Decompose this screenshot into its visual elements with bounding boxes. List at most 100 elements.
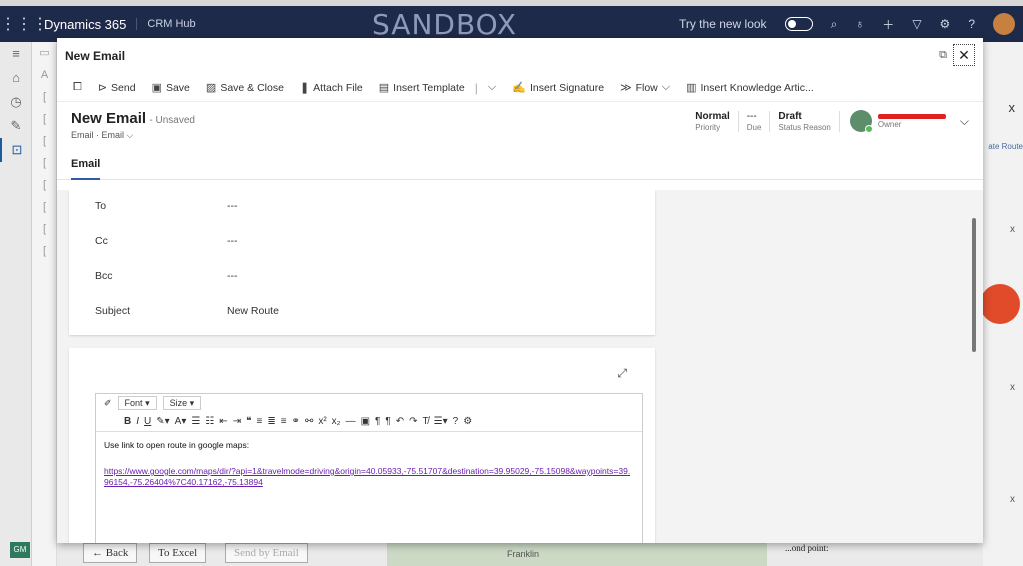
hamburger-icon[interactable]: ≡ (0, 42, 32, 66)
rtl-icon[interactable]: ¶ (385, 416, 390, 427)
tab-email[interactable]: Email (71, 152, 101, 180)
due-field[interactable]: --- Due (739, 110, 771, 132)
bcc-field[interactable]: --- (227, 270, 238, 282)
cc-field[interactable]: --- (227, 235, 238, 247)
brand-name[interactable]: Dynamics 365 (40, 17, 136, 32)
background-remove-icon[interactable]: x (1010, 382, 1015, 393)
editor-toolbar-row1: ✐ Font ▾ Size ▾ (96, 394, 642, 412)
decrease-indent-icon[interactable]: ⇤ (219, 416, 227, 427)
rich-text-editor[interactable]: ✐ Font ▾ Size ▾ B I U ✎▾ A▾ ☰ ☷ ⇤ ⇥ ❝ ≡ … (95, 393, 643, 543)
header-expand-chevron-icon[interactable]: ⌵ (952, 114, 969, 129)
clear-format-icon[interactable]: T̸ (423, 416, 429, 427)
dialog-scrollbar[interactable] (972, 218, 976, 352)
align-right-icon[interactable]: ≡ (281, 416, 287, 427)
list-icon: ▭ (39, 47, 50, 59)
list-mark: [ (42, 113, 47, 125)
chat-fab-button[interactable] (980, 284, 1020, 324)
numbered-list-icon[interactable]: ☷ (205, 416, 214, 427)
background-remove-icon[interactable]: x (1010, 224, 1015, 235)
list-mark: [ (42, 91, 47, 103)
increase-indent-icon[interactable]: ⇥ (233, 416, 241, 427)
bulleted-list-icon[interactable]: ☰ (191, 416, 200, 427)
status-reason-field[interactable]: Draft Status Reason (770, 110, 840, 132)
ltr-icon[interactable]: ¶ (375, 416, 380, 427)
owner-field[interactable]: Owner ⌵ (840, 110, 969, 133)
back-button[interactable]: ← Back (83, 543, 138, 563)
lightbulb-icon[interactable]: ♁ (855, 17, 864, 31)
map-place-label: Franklin (507, 549, 540, 559)
send-by-email-button[interactable]: Send by Email (225, 543, 308, 563)
align-left-icon[interactable]: ≡ (256, 416, 262, 427)
highlight-icon[interactable]: ✎▾ (156, 416, 169, 427)
entity-icon[interactable]: ⊡ (0, 138, 32, 162)
app-launcher-icon[interactable]: ⋮⋮⋮ (0, 14, 48, 34)
save-button[interactable]: ▣ Save (144, 81, 198, 95)
plus-icon[interactable]: ＋ (882, 16, 894, 33)
help-icon[interactable]: ? (453, 416, 459, 427)
insert-knowledge-button[interactable]: ▥ Insert Knowledge Artic... (678, 81, 822, 95)
italic-icon[interactable]: I (136, 416, 139, 427)
undo-icon[interactable]: ↶ (396, 416, 404, 427)
to-excel-button[interactable]: To Excel (149, 543, 207, 563)
user-avatar[interactable] (993, 13, 1015, 35)
unlink-icon[interactable]: ⚯ (305, 416, 313, 427)
close-dialog-button[interactable]: ✕ (953, 44, 975, 66)
settings-icon[interactable]: ⚙ (463, 416, 472, 427)
maps-route-link[interactable]: https://www.google.com/maps/dir/?api=1&t… (96, 458, 642, 488)
priority-field[interactable]: Normal Priority (687, 110, 739, 132)
superscript-icon[interactable]: x² (318, 416, 326, 427)
save-close-label: Save & Close (220, 81, 284, 94)
open-in-new-window-icon[interactable]: ⧉ (939, 49, 947, 62)
search-icon[interactable]: ⌕ (831, 17, 838, 32)
size-select[interactable]: Size ▾ (162, 396, 202, 410)
font-select[interactable]: Font ▾ (117, 396, 157, 410)
background-close-icon[interactable]: x (1009, 100, 1016, 115)
chevron-down-icon: ⌵ (661, 81, 671, 93)
subject-field[interactable]: New Route (227, 305, 279, 317)
to-field[interactable]: --- (227, 200, 238, 212)
save-label: Save (165, 81, 190, 94)
attach-file-button[interactable]: ❚ Attach File (292, 81, 371, 95)
list-mark: A (40, 69, 49, 81)
underline-icon[interactable]: U (144, 416, 151, 427)
more-icon[interactable]: ☰▾ (434, 416, 448, 427)
insert-template-button[interactable]: ▤ Insert Template (371, 81, 473, 95)
subscript-icon[interactable]: x₂ (332, 416, 341, 427)
flow-button[interactable]: ≫ Flow ⌵ (612, 81, 678, 94)
area-switcher-badge[interactable]: GM (10, 542, 30, 558)
insert-template-dropdown[interactable]: ⌵ (480, 81, 504, 94)
horizontal-line-icon[interactable]: — (346, 416, 356, 427)
save-icon: ▣ (151, 82, 162, 94)
command-bar: ⧠ ⊳ Send ▣ Save ▨ Save & Close ❚ Attach File… (57, 74, 983, 102)
help-icon[interactable]: ? (968, 17, 975, 31)
font-color-icon[interactable]: A▾ (175, 416, 187, 427)
list-mark: [ (42, 179, 47, 191)
new-look-toggle[interactable] (784, 17, 813, 31)
quote-icon[interactable]: ❝ (246, 416, 251, 427)
background-map[interactable]: Franklin (387, 543, 767, 566)
align-center-icon[interactable]: ≣ (267, 416, 275, 427)
image-icon[interactable]: ▣ (361, 416, 370, 427)
background-stat-label: ...ond point: (785, 543, 829, 553)
home-icon[interactable]: ⌂ (0, 66, 32, 90)
owner-name-redacted (877, 113, 946, 119)
save-close-button[interactable]: ▨ Save & Close (198, 81, 292, 95)
pin-icon[interactable]: ✎ (0, 114, 32, 138)
insert-signature-button[interactable]: ✍ Insert Signature (504, 81, 612, 95)
filter-icon[interactable]: ▽ (912, 17, 921, 31)
redo-icon[interactable]: ↷ (409, 416, 417, 427)
background-route-link[interactable]: ate Route (988, 142, 1023, 151)
insert-template-label: Insert Template (393, 81, 465, 94)
background-remove-icon[interactable]: x (1010, 494, 1015, 505)
format-painter-icon[interactable]: ✐ (104, 398, 112, 409)
send-icon: ⊳ (97, 82, 108, 94)
expand-editor-icon[interactable]: ⤢ (617, 366, 627, 381)
recent-icon[interactable]: ◷ (0, 90, 32, 114)
app-name[interactable]: CRM Hub (136, 18, 196, 30)
popout-button[interactable]: ⧠ (65, 81, 90, 94)
link-icon[interactable]: ⚭ (292, 416, 300, 427)
recipients-section: To --- Cc --- Bcc --- Subject New Route (69, 190, 655, 335)
send-button[interactable]: ⊳ Send (90, 81, 144, 95)
gear-icon[interactable]: ⚙ (940, 17, 951, 31)
bold-icon[interactable]: B (124, 416, 131, 427)
